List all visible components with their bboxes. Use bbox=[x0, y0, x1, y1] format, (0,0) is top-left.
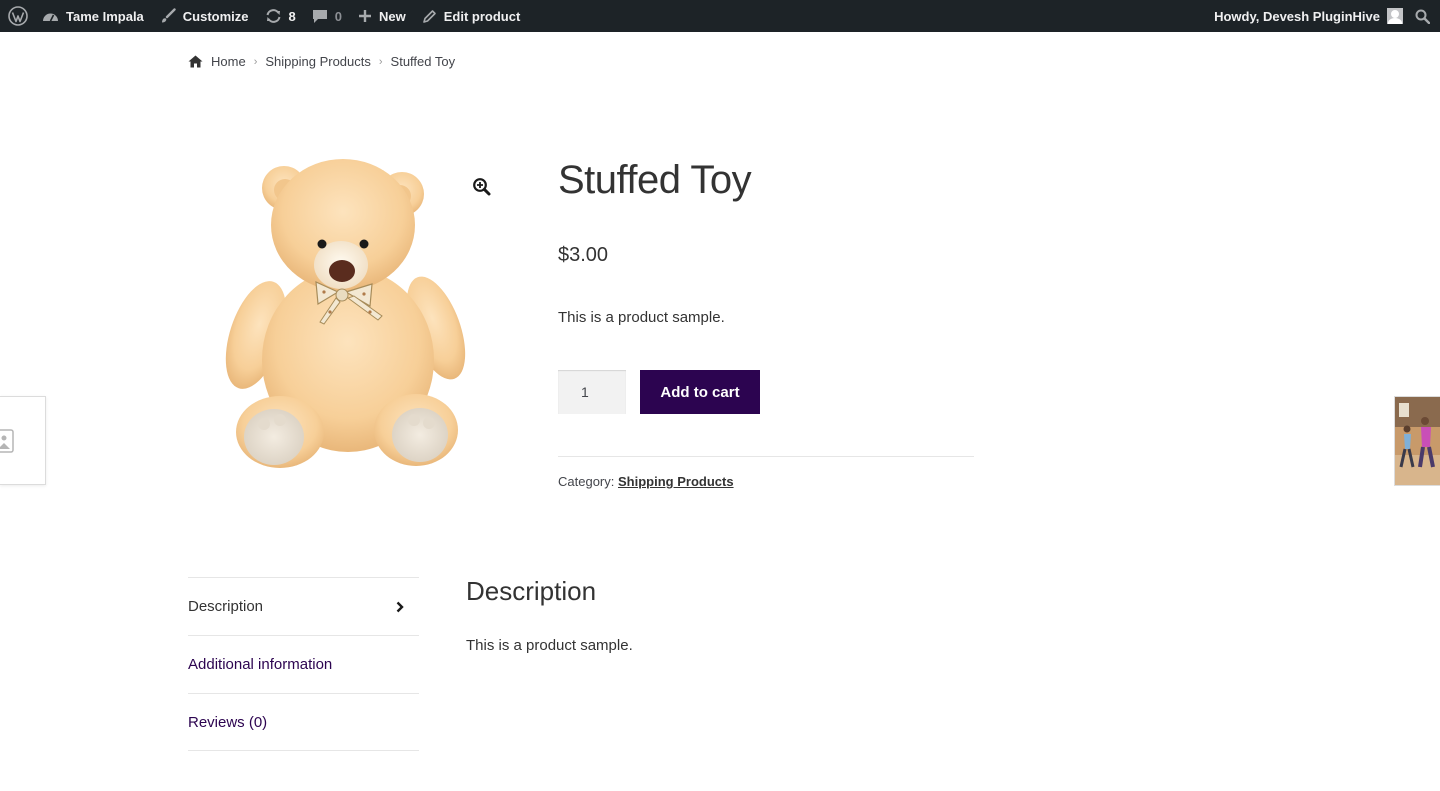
search-icon bbox=[1415, 9, 1430, 24]
wordpress-logo-button[interactable] bbox=[0, 0, 34, 32]
tab-reviews[interactable]: Reviews (0) bbox=[188, 693, 419, 751]
breadcrumb-home-link[interactable]: Home bbox=[211, 54, 246, 69]
wordpress-icon bbox=[8, 6, 28, 26]
side-widget-left[interactable] bbox=[0, 396, 46, 485]
breadcrumb-separator-icon: › bbox=[253, 55, 258, 68]
admin-bar: Tame Impala Customize 8 0 New Edit produ… bbox=[0, 0, 1440, 32]
updates-count: 8 bbox=[288, 8, 296, 24]
comments-link[interactable]: 0 bbox=[304, 0, 350, 32]
teddy-bear-image bbox=[225, 159, 466, 468]
meta-divider bbox=[558, 456, 974, 457]
comment-bubble-icon bbox=[312, 9, 327, 23]
paintbrush-icon bbox=[161, 8, 176, 23]
customize-label: Customize bbox=[182, 8, 249, 24]
product-image[interactable] bbox=[188, 140, 508, 490]
category-link[interactable]: Shipping Products bbox=[618, 474, 734, 489]
product-tabs: Description Additional information Revie… bbox=[188, 577, 419, 751]
breadcrumb-category-link[interactable]: Shipping Products bbox=[265, 54, 371, 69]
category-label: Category: bbox=[558, 474, 615, 489]
edit-product-link[interactable]: Edit product bbox=[414, 0, 529, 32]
comments-count: 0 bbox=[334, 8, 342, 24]
product-title: Stuffed Toy bbox=[558, 158, 752, 202]
howdy-label: Howdy, Devesh PluginHive bbox=[1214, 8, 1380, 24]
fitness-photo-image bbox=[1395, 397, 1440, 485]
tab-label: Description bbox=[188, 598, 264, 615]
tab-additional-information[interactable]: Additional information bbox=[188, 635, 419, 693]
admin-search-button[interactable] bbox=[1409, 0, 1440, 32]
breadcrumb: Home › Shipping Products › Stuffed Toy bbox=[188, 54, 455, 69]
dashboard-gauge-icon bbox=[43, 13, 58, 21]
customize-link[interactable]: Customize bbox=[152, 0, 257, 32]
side-widget-right-thumbnail[interactable] bbox=[1394, 396, 1440, 486]
quantity-input[interactable] bbox=[558, 370, 626, 414]
site-name-link[interactable]: Tame Impala bbox=[34, 0, 152, 32]
breadcrumb-current: Stuffed Toy bbox=[390, 54, 456, 69]
product-meta: Category: Shipping Products bbox=[558, 474, 734, 489]
tab-label: Reviews (0) bbox=[188, 713, 268, 731]
add-to-cart-button[interactable]: Add to cart bbox=[640, 370, 760, 414]
description-panel-title: Description bbox=[466, 576, 597, 606]
edit-product-label: Edit product bbox=[443, 8, 521, 24]
zoom-icon[interactable] bbox=[472, 177, 492, 197]
new-label: New bbox=[379, 8, 406, 24]
product-price: $3.00 bbox=[558, 244, 609, 266]
home-icon bbox=[188, 55, 203, 68]
plus-icon bbox=[359, 10, 371, 22]
my-account-link[interactable]: Howdy, Devesh PluginHive bbox=[1206, 0, 1409, 32]
description-panel-text: This is a product sample. bbox=[466, 637, 633, 654]
new-content-link[interactable]: New bbox=[350, 0, 414, 32]
updates-refresh-icon bbox=[266, 9, 281, 23]
product-short-description: This is a product sample. bbox=[558, 309, 725, 326]
site-name-label: Tame Impala bbox=[66, 8, 144, 24]
tab-label: Additional information bbox=[188, 656, 333, 673]
pencil-icon bbox=[422, 9, 436, 23]
updates-link[interactable]: 8 bbox=[257, 0, 304, 32]
chevron-right-icon bbox=[396, 601, 404, 612]
breadcrumb-separator-icon: › bbox=[378, 55, 383, 68]
placeholder-image-icon bbox=[0, 429, 14, 453]
tab-description[interactable]: Description bbox=[188, 577, 419, 635]
avatar bbox=[1387, 8, 1403, 24]
